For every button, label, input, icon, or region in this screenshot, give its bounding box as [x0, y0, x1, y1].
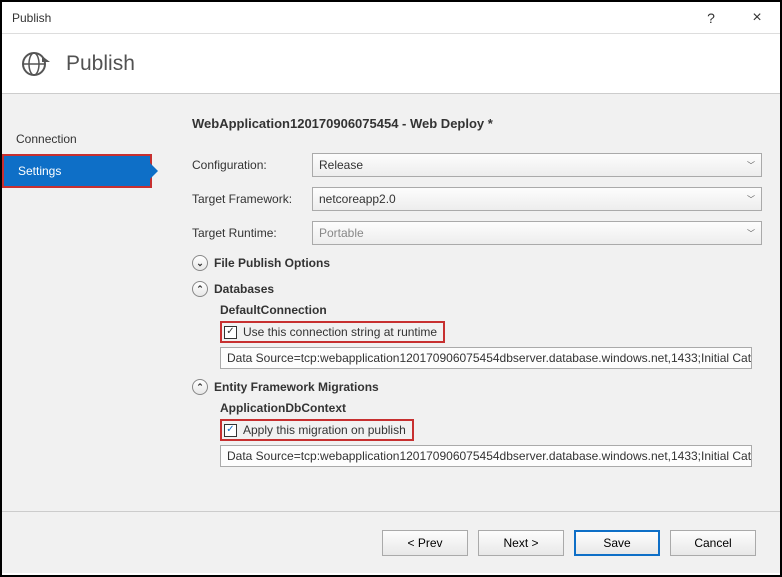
page-title: WebApplication120170906075454 - Web Depl… — [192, 116, 762, 131]
chevron-up-icon: ⌃ — [192, 281, 208, 297]
default-connection-group: DefaultConnection ✓ Use this connection … — [220, 303, 762, 369]
sidebar: Connection Settings — [2, 94, 152, 511]
framework-select[interactable]: netcoreapp2.0 ﹀ — [312, 187, 762, 211]
file-publish-title: File Publish Options — [214, 256, 330, 270]
runtime-row: Target Runtime: Portable ﹀ — [192, 221, 762, 245]
cancel-button[interactable]: Cancel — [670, 530, 756, 556]
app-dbcontext-title: ApplicationDbContext — [220, 401, 762, 415]
framework-row: Target Framework: netcoreapp2.0 ﹀ — [192, 187, 762, 211]
default-connection-input[interactable]: Data Source=tcp:webapplication1201709060… — [220, 347, 752, 369]
apply-migration-label: Apply this migration on publish — [243, 423, 406, 437]
help-button[interactable]: ? — [688, 2, 734, 34]
file-publish-section: ⌄ File Publish Options — [192, 255, 762, 271]
next-button[interactable]: Next > — [478, 530, 564, 556]
window-title: Publish — [12, 11, 688, 25]
default-connection-title: DefaultConnection — [220, 303, 762, 317]
framework-value: netcoreapp2.0 — [319, 192, 396, 206]
runtime-select[interactable]: Portable ﹀ — [312, 221, 762, 245]
ef-migrations-title: Entity Framework Migrations — [214, 380, 379, 394]
configuration-value: Release — [319, 158, 363, 172]
databases-title: Databases — [214, 282, 274, 296]
footer: < Prev Next > Save Cancel — [2, 511, 780, 573]
ef-migrations-section: ⌃ Entity Framework Migrations Applicatio… — [192, 379, 762, 467]
content-panel: WebApplication120170906075454 - Web Depl… — [152, 94, 780, 511]
header: Publish — [2, 34, 780, 94]
use-connection-string-row[interactable]: ✓ Use this connection string at runtime — [220, 321, 445, 343]
globe-publish-icon — [20, 48, 52, 80]
chevron-down-icon: ﹀ — [747, 160, 755, 171]
chevron-down-icon: ﹀ — [747, 228, 755, 239]
configuration-select[interactable]: Release ﹀ — [312, 153, 762, 177]
ef-migrations-header[interactable]: ⌃ Entity Framework Migrations — [192, 379, 762, 395]
configuration-label: Configuration: — [192, 158, 312, 172]
nav-settings[interactable]: Settings — [2, 154, 152, 188]
save-button[interactable]: Save — [574, 530, 660, 556]
databases-section: ⌃ Databases DefaultConnection ✓ Use this… — [192, 281, 762, 369]
app-dbcontext-input[interactable]: Data Source=tcp:webapplication1201709060… — [220, 445, 752, 467]
chevron-up-icon: ⌃ — [192, 379, 208, 395]
use-connection-label: Use this connection string at runtime — [243, 325, 437, 339]
nav-connection[interactable]: Connection — [2, 124, 152, 154]
app-dbcontext-group: ApplicationDbContext ✓ Apply this migrat… — [220, 401, 762, 467]
file-publish-header[interactable]: ⌄ File Publish Options — [192, 255, 762, 271]
configuration-row: Configuration: Release ﹀ — [192, 153, 762, 177]
dialog-body: Connection Settings WebApplication120170… — [2, 94, 780, 511]
chevron-down-icon: ﹀ — [747, 194, 755, 205]
use-connection-checkbox[interactable]: ✓ — [224, 326, 237, 339]
databases-header[interactable]: ⌃ Databases — [192, 281, 762, 297]
close-button[interactable]: × — [734, 2, 780, 34]
apply-migration-row[interactable]: ✓ Apply this migration on publish — [220, 419, 414, 441]
header-title: Publish — [66, 52, 135, 76]
prev-button[interactable]: < Prev — [382, 530, 468, 556]
runtime-value: Portable — [319, 226, 364, 240]
chevron-down-icon: ⌄ — [192, 255, 208, 271]
runtime-label: Target Runtime: — [192, 226, 312, 240]
apply-migration-checkbox[interactable]: ✓ — [224, 424, 237, 437]
framework-label: Target Framework: — [192, 192, 312, 206]
titlebar: Publish ? × — [2, 2, 780, 34]
